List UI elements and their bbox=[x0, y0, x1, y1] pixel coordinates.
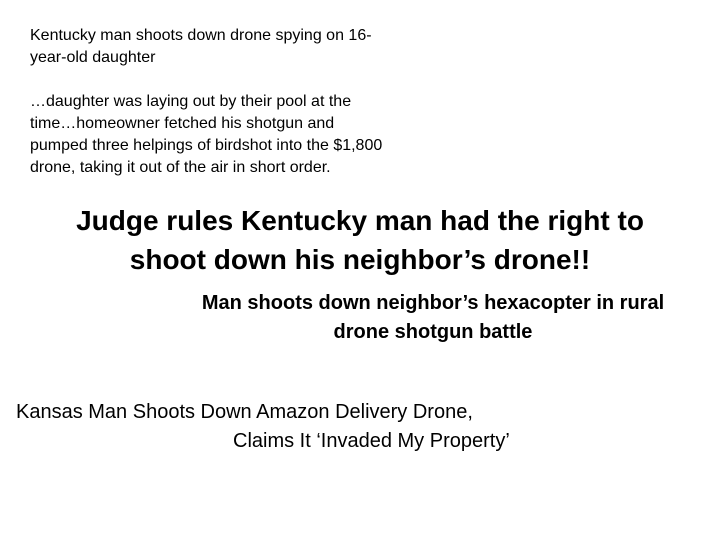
story-excerpt: …daughter was laying out by their pool a… bbox=[30, 91, 450, 179]
hexacopter-headline-line-2: drone shotgun battle bbox=[333, 321, 533, 343]
main-headline: Judge rules Kentucky man had the right t… bbox=[10, 201, 710, 279]
story-headline-line-2: year-old daughter bbox=[30, 49, 156, 66]
hexacopter-headline: Man shoots down neighbor’s hexacopter in… bbox=[150, 289, 716, 347]
story-headline-line-1: Kentucky man shoots down drone spying on… bbox=[30, 27, 372, 44]
hexacopter-headline-line-1: Man shoots down neighbor’s hexacopter in… bbox=[201, 292, 665, 314]
kansas-headline: Kansas Man Shoots Down Amazon Delivery D… bbox=[16, 398, 596, 456]
story-excerpt-line-4: drone, taking it out of the air in short… bbox=[30, 159, 331, 176]
story-excerpt-line-1: …daughter was laying out by their pool a… bbox=[30, 93, 352, 110]
story-excerpt-line-3: pumped three helpings of birdshot into t… bbox=[30, 137, 383, 154]
slide: Kentucky man shoots down drone spying on… bbox=[0, 0, 720, 540]
main-headline-line-1: Judge rules Kentucky man had the right t… bbox=[76, 205, 644, 236]
story-kentucky-daughter: Kentucky man shoots down drone spying on… bbox=[30, 25, 450, 179]
kansas-headline-line-1: Kansas Man Shoots Down Amazon Delivery D… bbox=[16, 401, 473, 423]
story-excerpt-line-2: time…homeowner fetched his shotgun and bbox=[30, 115, 335, 132]
story-headline: Kentucky man shoots down drone spying on… bbox=[30, 25, 450, 69]
main-headline-line-2: shoot down his neighbor’s drone!! bbox=[129, 244, 591, 275]
kansas-headline-line-2: Claims It ‘Invaded My Property’ bbox=[233, 430, 510, 452]
